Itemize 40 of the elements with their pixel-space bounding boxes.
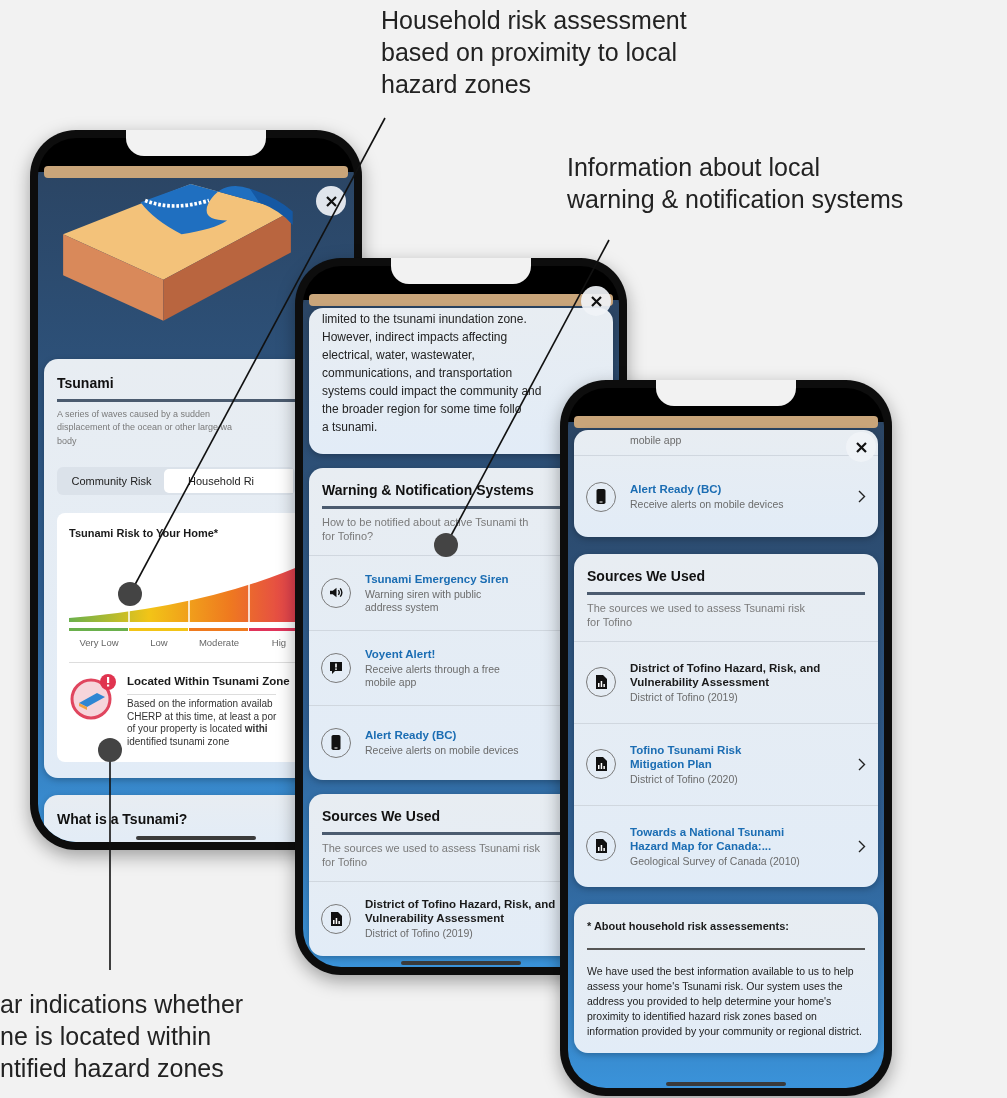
item-link[interactable]: Voyent Alert! xyxy=(365,646,436,661)
item-description: Receive alerts on mobile devices xyxy=(630,498,784,511)
note-title: * About household risk assessements: xyxy=(587,917,865,951)
risk-level-label: Hig xyxy=(271,635,287,650)
close-button[interactable] xyxy=(581,286,611,316)
segment-tab[interactable]: Community Risk xyxy=(59,468,164,494)
risk-level-label: Low xyxy=(150,635,168,650)
hazard-zone-alert-icon xyxy=(69,673,117,722)
item-link[interactable]: Tsunami Emergency Siren xyxy=(365,571,509,586)
item-title: District of Tofino Hazard, Risk, and Vulnerability Assessment xyxy=(630,660,821,689)
item-link[interactable]: Alert Ready (BC) xyxy=(365,728,457,743)
item-description: Receive alerts through a free mobile app xyxy=(365,662,500,689)
card-title: What is a Tsunami? xyxy=(57,811,188,830)
close-icon xyxy=(325,195,337,207)
item-link[interactable]: Tofino Tsunami Risk Mitigation Plan xyxy=(630,742,742,771)
annotation-text: Information about local warning & notification systems xyxy=(567,152,904,215)
close-button[interactable] xyxy=(316,186,346,216)
card-subtitle: The sources we used to assess Tsunami risk for Tofino xyxy=(322,840,542,869)
risk-level-label: Moderate xyxy=(198,635,240,650)
annotation-text: Household risk assessment based on proximity to local hazard zones xyxy=(381,5,687,100)
item-description: Geological Survey of Canada (2010) xyxy=(630,854,800,868)
item-description: Warning siren with public address system xyxy=(365,587,482,614)
annotation-text: ar indications whether ne is located within ntified hazard zones xyxy=(0,989,244,1084)
item-description: District of Tofino (2019) xyxy=(365,927,473,941)
risk-level-label: Very Low xyxy=(79,635,119,650)
note-text: We have used the best information available to us to help assess your home's Tsunami risk. Our system uses the address you provided to help determine your home's proximity to identified hazard risk zones based on information provided by your community or regional district. xyxy=(587,964,863,1040)
card-description: A series of waves caused by a sudden displacement of the ocean or other large wa body xyxy=(57,407,233,448)
item-description: Receive alerts on mobile devices xyxy=(365,744,519,758)
item-description: District of Tofino (2020) xyxy=(630,772,738,786)
item-link[interactable]: Alert Ready (BC) xyxy=(630,482,722,496)
alert-text: Based on the information availab CHERP at this time, at least a por of your property is located withi identified tsunami zone xyxy=(127,694,277,749)
item-description: mobile app xyxy=(630,434,682,447)
item-link[interactable]: Towards a National Tsunami Hazard Map for Canada:... xyxy=(630,824,785,853)
item-description: District of Tofino (2019) xyxy=(630,690,738,704)
close-icon xyxy=(855,441,867,453)
card-subtitle: The sources we used to assess Tsunami risk for Tofino xyxy=(587,600,807,629)
item-title: District of Tofino Hazard, Risk, and Vulnerability Assessment xyxy=(365,897,556,926)
close-icon xyxy=(590,295,602,307)
card-title: Sources We Used xyxy=(587,568,865,595)
alert-title: Located Within Tsunami Zone xyxy=(127,674,290,690)
